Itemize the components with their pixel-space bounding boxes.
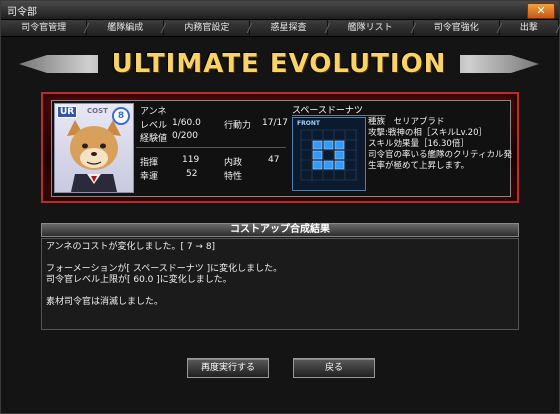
commander-stats: アンネ レベル 1/60.0 行動力 17/17 経験値 0/200 指揮 11… [136, 103, 290, 193]
level-value: 1/60.0 [172, 118, 201, 128]
level-label: レベル [140, 121, 168, 131]
formation-desc-line: 生率が極めて上昇します。 [368, 161, 470, 171]
title-bar: 司令部 ✕ [1, 1, 559, 20]
formation-diagram-icon [300, 129, 357, 181]
command-window: 司令部 ✕ 司令官管理 艦隊編成 内務官設定 惑星探査 艦隊リスト 司令官強化 … [0, 0, 560, 414]
back-button[interactable]: 戻る [293, 358, 375, 378]
close-button[interactable]: ✕ [527, 3, 555, 19]
formation-description: 種族 セリアブラド 攻撃:戦神の相［スキルLv.20］ スキル効果量［16.30… [368, 117, 512, 172]
tab-internal-officer[interactable]: 内務官設定 [164, 20, 251, 36]
banner-title: ULTIMATE EVOLUTION [97, 47, 461, 81]
tab-planet-exploration[interactable]: 惑星探査 [250, 20, 328, 36]
stat-level-row: レベル 1/60.0 行動力 17/17 [140, 118, 288, 131]
formation-desc-line: 種族 セリアブラド [368, 117, 445, 127]
internal-value: 47 [268, 155, 280, 165]
trait-label: 特性 [224, 172, 243, 182]
result-log: アンネのコストが変化しました。[ 7 → 8] フォーメーションが[ スペースド… [41, 238, 519, 330]
tab-fleet-list[interactable]: 艦隊リスト [328, 20, 414, 36]
internal-label: 内政 [224, 158, 243, 168]
stats-divider [136, 147, 286, 148]
tab-sortie[interactable]: 出撃 [500, 20, 559, 36]
action-value: 17/17 [262, 118, 288, 128]
result-header: コストアップ合成結果 [41, 223, 519, 237]
command-label: 指揮 [140, 158, 159, 168]
tab-commander-enhance[interactable]: 司令官強化 [414, 20, 500, 36]
result-line: 素材司令官は消滅しました。 [46, 297, 164, 307]
card-inner: UR COST 8 アンネ レベル 1/60.0 行動力 17/17 経験値 0… [51, 100, 512, 197]
action-label: 行動力 [224, 121, 252, 131]
formation-panel: スペースドーナツ FRONT 種族 セリアブラド 攻撃:戦神の相［スキルLv.2… [292, 103, 512, 193]
command-value: 119 [182, 155, 200, 165]
luck-value: 52 [186, 169, 198, 179]
formation-desc-line: 司令官の率いる艦隊のクリティカル発 [368, 150, 512, 160]
formation-grid: FRONT [292, 117, 366, 191]
stat-name-row: アンネ [140, 104, 167, 117]
rarity-badge: UR [57, 106, 78, 118]
tab-bar: 司令官管理 艦隊編成 内務官設定 惑星探査 艦隊リスト 司令官強化 出撃 [1, 20, 559, 37]
formation-name: スペースドーナツ [292, 103, 386, 116]
retry-button[interactable]: 再度実行する [187, 358, 269, 378]
stat-luck-row: 幸運 52 特性 [140, 169, 288, 182]
window-title: 司令部 [7, 7, 37, 18]
evolution-banner: ULTIMATE EVOLUTION [19, 45, 539, 83]
luck-label: 幸運 [140, 172, 159, 182]
result-line: アンネのコストが変化しました。[ 7 → 8] [46, 242, 216, 252]
exp-value: 0/200 [172, 131, 198, 141]
exp-label: 経験値 [140, 134, 168, 144]
commander-card: UR COST 8 アンネ レベル 1/60.0 行動力 17/17 経験値 0… [41, 92, 519, 203]
formation-desc-line: 攻撃:戦神の相［スキルLv.20］ [368, 128, 487, 138]
formation-desc-line: スキル効果量［16.30倍］ [368, 139, 469, 149]
close-icon: ✕ [536, 4, 546, 17]
stat-command-row: 指揮 119 内政 47 [140, 155, 288, 168]
tab-fleet-formation[interactable]: 艦隊編成 [87, 20, 165, 36]
commander-name: アンネ [140, 107, 167, 117]
cost-label: COST [87, 107, 108, 115]
result-line: 司令官レベル上限が[ 60.0 ]に変化しました。 [46, 275, 232, 285]
commander-portrait: UR COST 8 [54, 103, 134, 193]
commander-face-icon [67, 120, 121, 192]
result-line: フォーメーションが[ スペースドーナツ ]に変化しました。 [46, 264, 283, 274]
tab-commander-management[interactable]: 司令官管理 [1, 20, 88, 36]
result-line [46, 286, 514, 297]
result-line [46, 253, 514, 264]
